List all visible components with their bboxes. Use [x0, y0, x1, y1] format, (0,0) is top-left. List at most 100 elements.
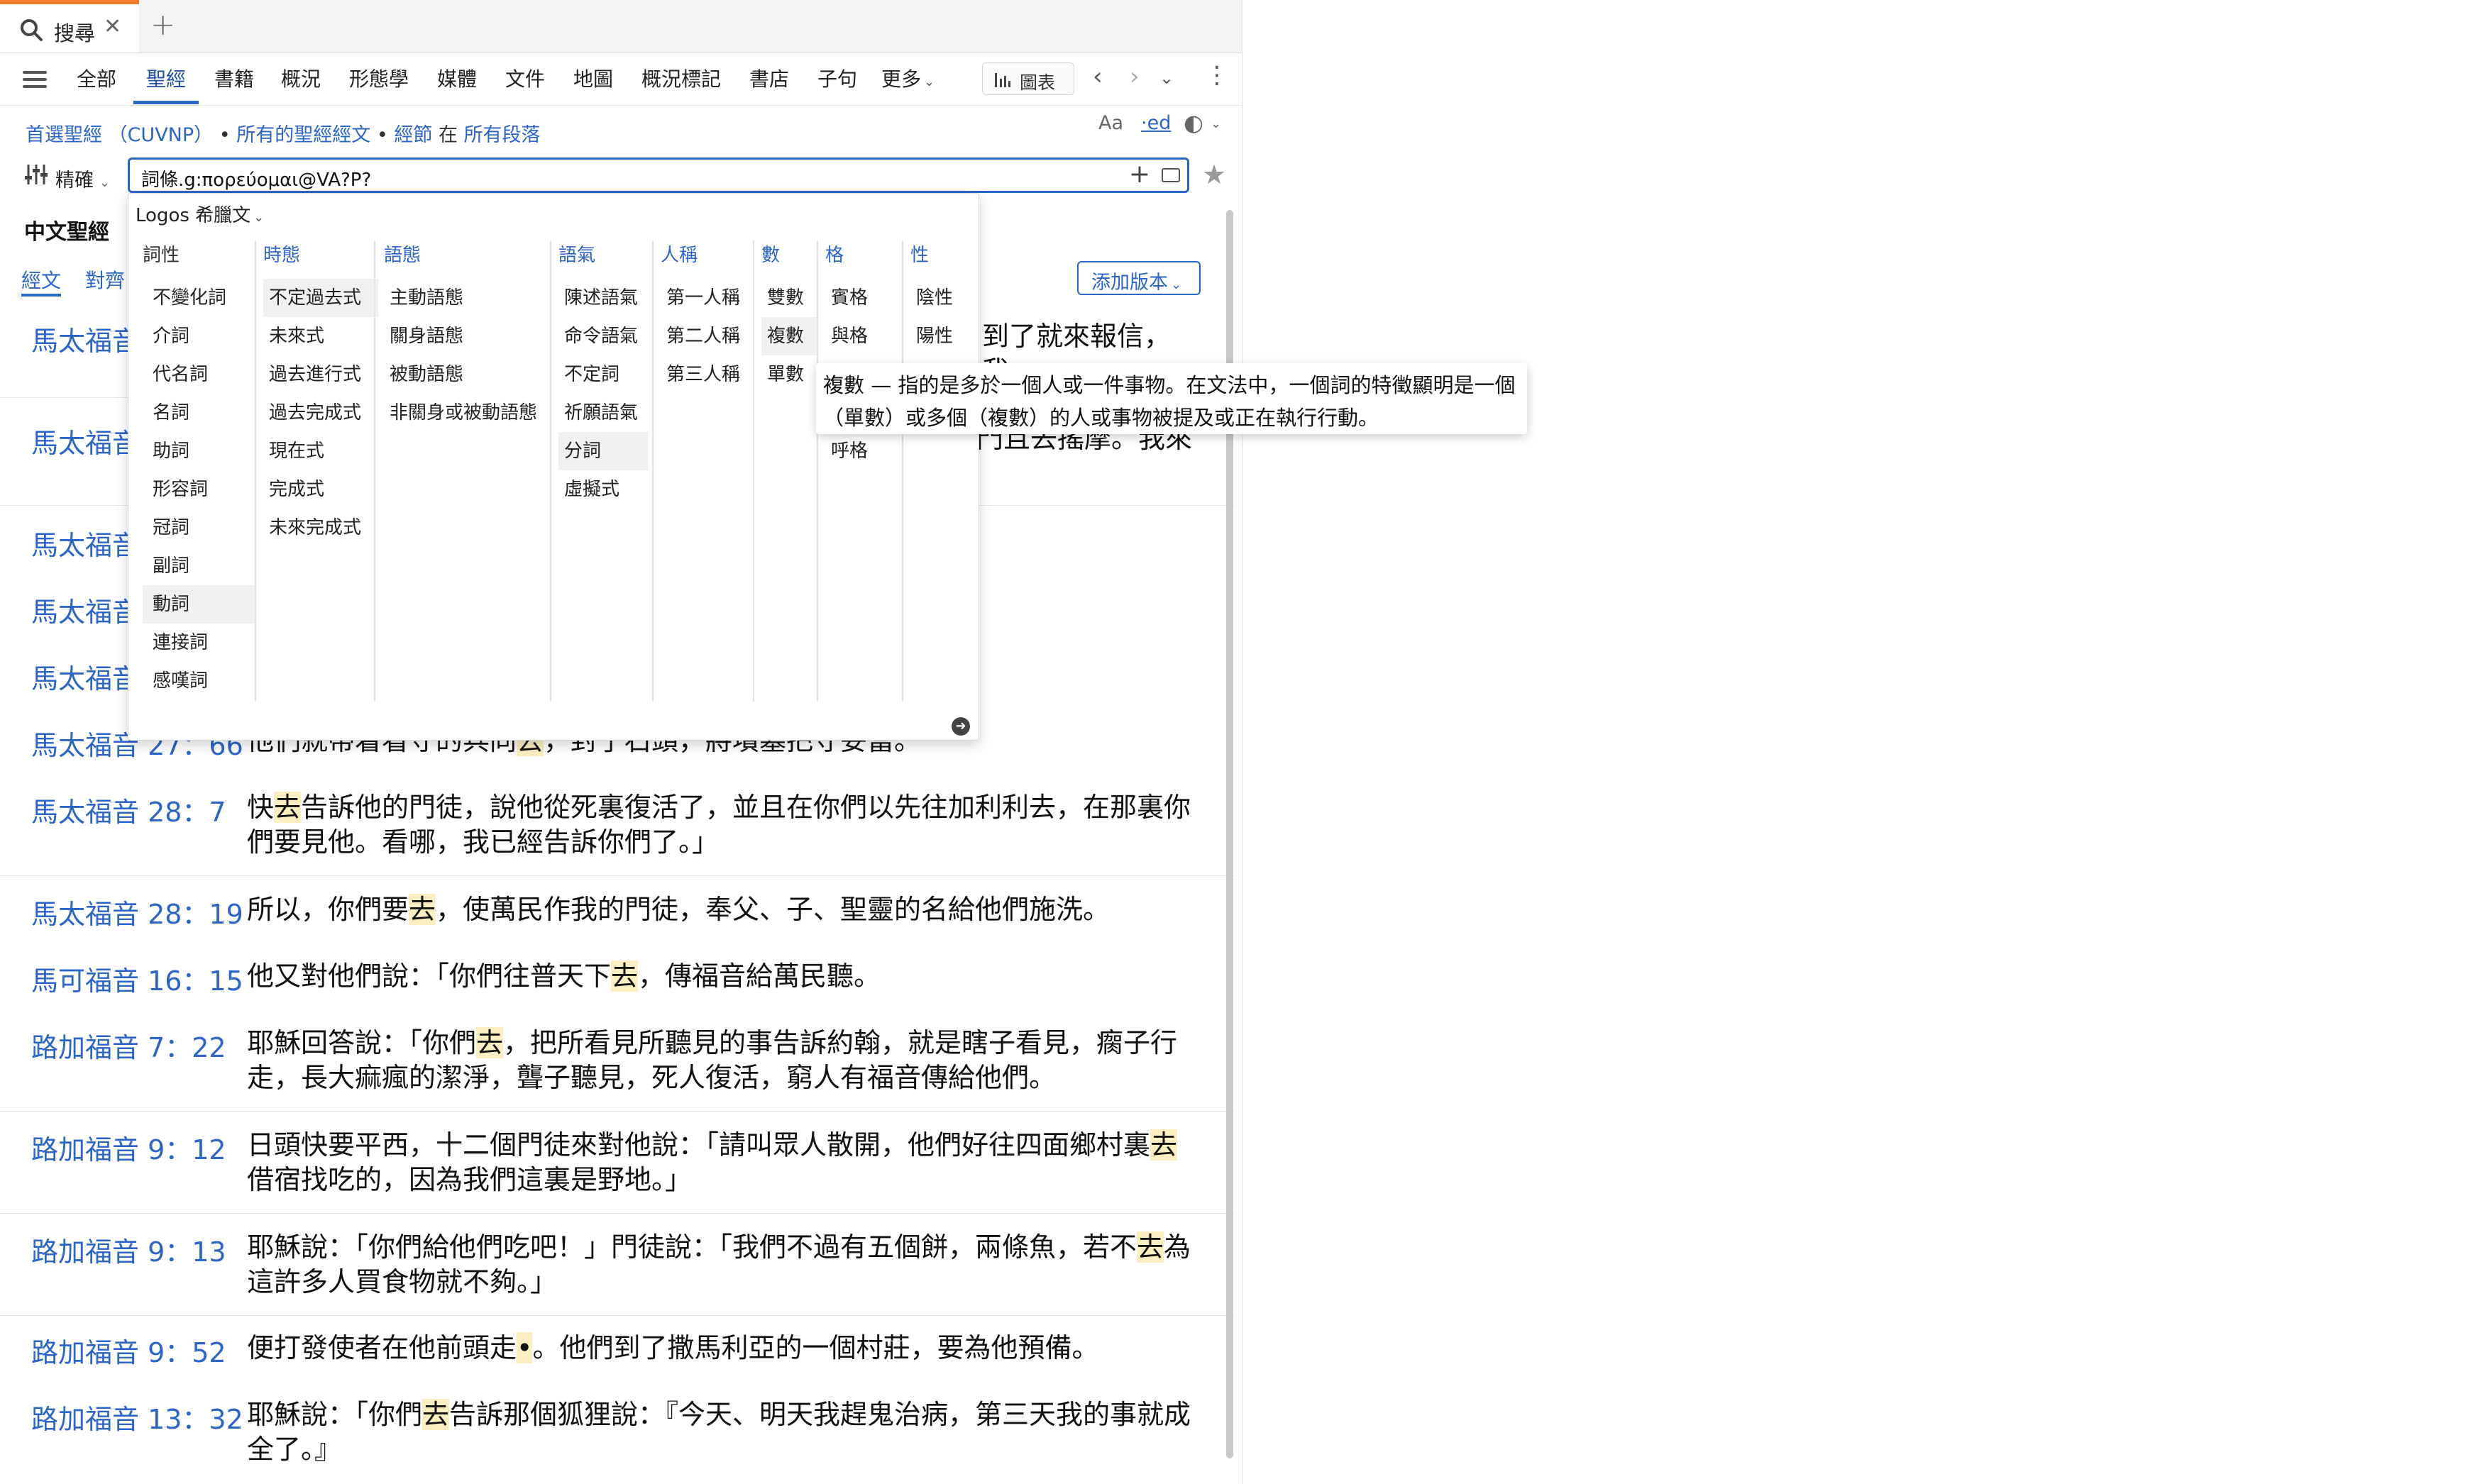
verse-reference[interactable]: 馬太福音 28：7	[31, 790, 226, 829]
morph-option[interactable]: 單數	[761, 355, 818, 394]
add-version-button[interactable]: 添加版本 ⌄	[1077, 261, 1201, 295]
tab-text[interactable]: 經文	[21, 265, 62, 297]
morph-option-selected[interactable]: 動詞	[143, 585, 256, 624]
verse-reference[interactable]: 馬可福音 16：15	[31, 959, 243, 998]
tab-media[interactable]: 媒體	[437, 64, 477, 92]
tab-more[interactable]: 更多 ⌄	[881, 64, 935, 92]
morph-option[interactable]: 主動語態	[384, 279, 554, 317]
morphology-picker: Logos 希臘文 ⌄ 詞性 不變化詞 介詞 代名詞 名詞 助詞 形容詞 冠詞 副…	[128, 193, 979, 741]
verse-reference[interactable]: 馬太福音	[31, 657, 139, 696]
morph-option[interactable]: 雙數	[761, 279, 818, 317]
tab-overview-tags[interactable]: 概況標記	[641, 64, 721, 92]
morphology-source-label: Logos 希臘文	[136, 205, 251, 226]
morph-option[interactable]: 陽性	[910, 317, 967, 355]
search-input[interactable]: 詞條.g:πορεύομαι@VA?P? +	[128, 157, 1189, 193]
morph-option[interactable]: 呼格	[825, 432, 889, 470]
verse-reference[interactable]: 路加福音 9：13	[31, 1230, 226, 1269]
tab-morphology[interactable]: 形態學	[349, 64, 409, 92]
verse-reference[interactable]: 馬太福音	[31, 319, 139, 358]
precision-dropdown[interactable]: 精確 ⌄	[55, 165, 110, 192]
morph-option[interactable]: 第一人稱	[661, 279, 746, 317]
tab-clause[interactable]: 子句	[817, 64, 857, 92]
morph-option[interactable]: 介詞	[143, 317, 256, 355]
morph-option[interactable]: 感嘆詞	[143, 662, 256, 700]
theme-icon[interactable]: ◐	[1184, 109, 1203, 136]
chart-button[interactable]: 圖表	[982, 62, 1074, 95]
verse-reference[interactable]: 馬太福音 28：19	[31, 892, 243, 931]
tab-all[interactable]: 全部	[77, 64, 116, 92]
morph-option[interactable]: 關身語態	[384, 317, 554, 355]
verse-reference[interactable]: 馬太福音	[31, 421, 139, 460]
add-icon[interactable]: +	[1129, 160, 1150, 189]
tab-store[interactable]: 書店	[749, 64, 789, 92]
morph-option[interactable]: 陳述語氣	[558, 279, 648, 317]
morph-option[interactable]: 賓格	[825, 279, 889, 317]
search-hit: 去	[1150, 1129, 1178, 1161]
chevron-down-icon[interactable]: ⌄	[1211, 116, 1221, 131]
morph-option[interactable]: 不變化詞	[143, 279, 256, 317]
morph-option[interactable]: 代名詞	[143, 355, 256, 394]
morph-option[interactable]: 完成式	[263, 470, 378, 509]
morph-option[interactable]: 非關身或被動語態	[384, 394, 554, 432]
tab-books[interactable]: 書籍	[214, 64, 254, 92]
morph-option-hovered[interactable]: 複數	[761, 317, 818, 355]
morph-option[interactable]: 助詞	[143, 432, 256, 470]
morph-option[interactable]: 名詞	[143, 394, 256, 432]
menu-icon[interactable]	[23, 67, 47, 91]
verse-reference[interactable]: 路加福音 9：12	[31, 1128, 226, 1167]
keyboard-icon[interactable]	[1162, 168, 1180, 182]
verse-reference[interactable]: 馬太福音	[31, 524, 139, 563]
morph-option[interactable]: 未來式	[263, 317, 378, 355]
morph-option[interactable]: 連接詞	[143, 624, 256, 662]
morph-option[interactable]: 與格	[825, 317, 889, 355]
search-hit: 去	[611, 960, 639, 992]
morph-option[interactable]: 形容詞	[143, 470, 256, 509]
morph-option[interactable]: 過去進行式	[263, 355, 378, 394]
star-icon[interactable]: ★	[1202, 159, 1226, 190]
tooltip: 複數 — 指的是多於一個人或一件事物。在文法中，一個詞的特徵顯明是一個（單數）或…	[816, 363, 1527, 434]
morph-option[interactable]: 冠詞	[143, 509, 256, 547]
all-bible-text-link[interactable]: 所有的聖經經文	[236, 124, 370, 146]
preferred-bible-link[interactable]: 首選聖經 （CUVNP）	[26, 124, 213, 146]
bar-chart-icon	[995, 73, 1010, 87]
verse-reference[interactable]: 路加福音 13：32	[31, 1397, 243, 1436]
search-toolbar: 全部 聖經 書籍 概況 形態學 媒體 文件 地圖 概況標記 書店 子句 更多 ⌄ …	[0, 52, 1242, 106]
morph-option[interactable]: 第二人稱	[661, 317, 746, 355]
morph-option[interactable]: 現在式	[263, 432, 378, 470]
morph-option[interactable]: 過去完成式	[263, 394, 378, 432]
history-chevron-icon[interactable]: ⌄	[1159, 68, 1174, 88]
morph-option-selected[interactable]: 不定過去式	[263, 279, 378, 317]
font-size-icon[interactable]: Aa	[1098, 112, 1123, 134]
tab-align[interactable]: 對齊	[85, 265, 125, 294]
tab-overview[interactable]: 概況	[281, 64, 321, 92]
verse-reference[interactable]: 路加福音 9：52	[31, 1331, 226, 1370]
new-tab-button[interactable]: +	[150, 7, 175, 42]
morph-option[interactable]: 被動語態	[384, 355, 554, 394]
morph-option[interactable]: 祈願語氣	[558, 394, 648, 432]
column-heading: 時態	[263, 245, 301, 266]
morph-option[interactable]: 不定詞	[558, 355, 648, 394]
tab-bible[interactable]: 聖經	[146, 64, 186, 92]
edit-mode-icon[interactable]: ·ed	[1141, 112, 1171, 134]
arrow-right-icon[interactable]: ➜	[952, 717, 970, 736]
morph-option[interactable]: 第三人稱	[661, 355, 746, 394]
morph-option[interactable]: 虛擬式	[558, 470, 648, 509]
morph-option-selected[interactable]: 分詞	[558, 432, 648, 470]
forward-arrow-icon[interactable]: ›	[1130, 62, 1140, 91]
search-tab[interactable]: 搜尋 ✕	[0, 0, 139, 52]
morph-option[interactable]: 命令語氣	[558, 317, 648, 355]
morph-option[interactable]: 陰性	[910, 279, 967, 317]
verse-reference[interactable]: 路加福音 7：22	[31, 1026, 226, 1065]
tab-documents[interactable]: 文件	[505, 64, 545, 92]
back-arrow-icon[interactable]: ‹	[1093, 62, 1103, 91]
more-options-icon[interactable]: ⋮	[1205, 61, 1229, 89]
filter-settings-icon[interactable]	[24, 163, 48, 186]
all-paragraphs-link[interactable]: 所有段落	[464, 124, 541, 146]
morph-option[interactable]: 未來完成式	[263, 509, 378, 547]
morph-option[interactable]: 副詞	[143, 547, 256, 585]
verse-reference[interactable]: 馬太福音	[31, 590, 139, 629]
scripture-link[interactable]: 經節	[394, 124, 432, 146]
morphology-source-dropdown[interactable]: Logos 希臘文 ⌄	[136, 201, 264, 227]
close-icon[interactable]: ✕	[104, 14, 121, 39]
tab-maps[interactable]: 地圖	[573, 64, 613, 92]
